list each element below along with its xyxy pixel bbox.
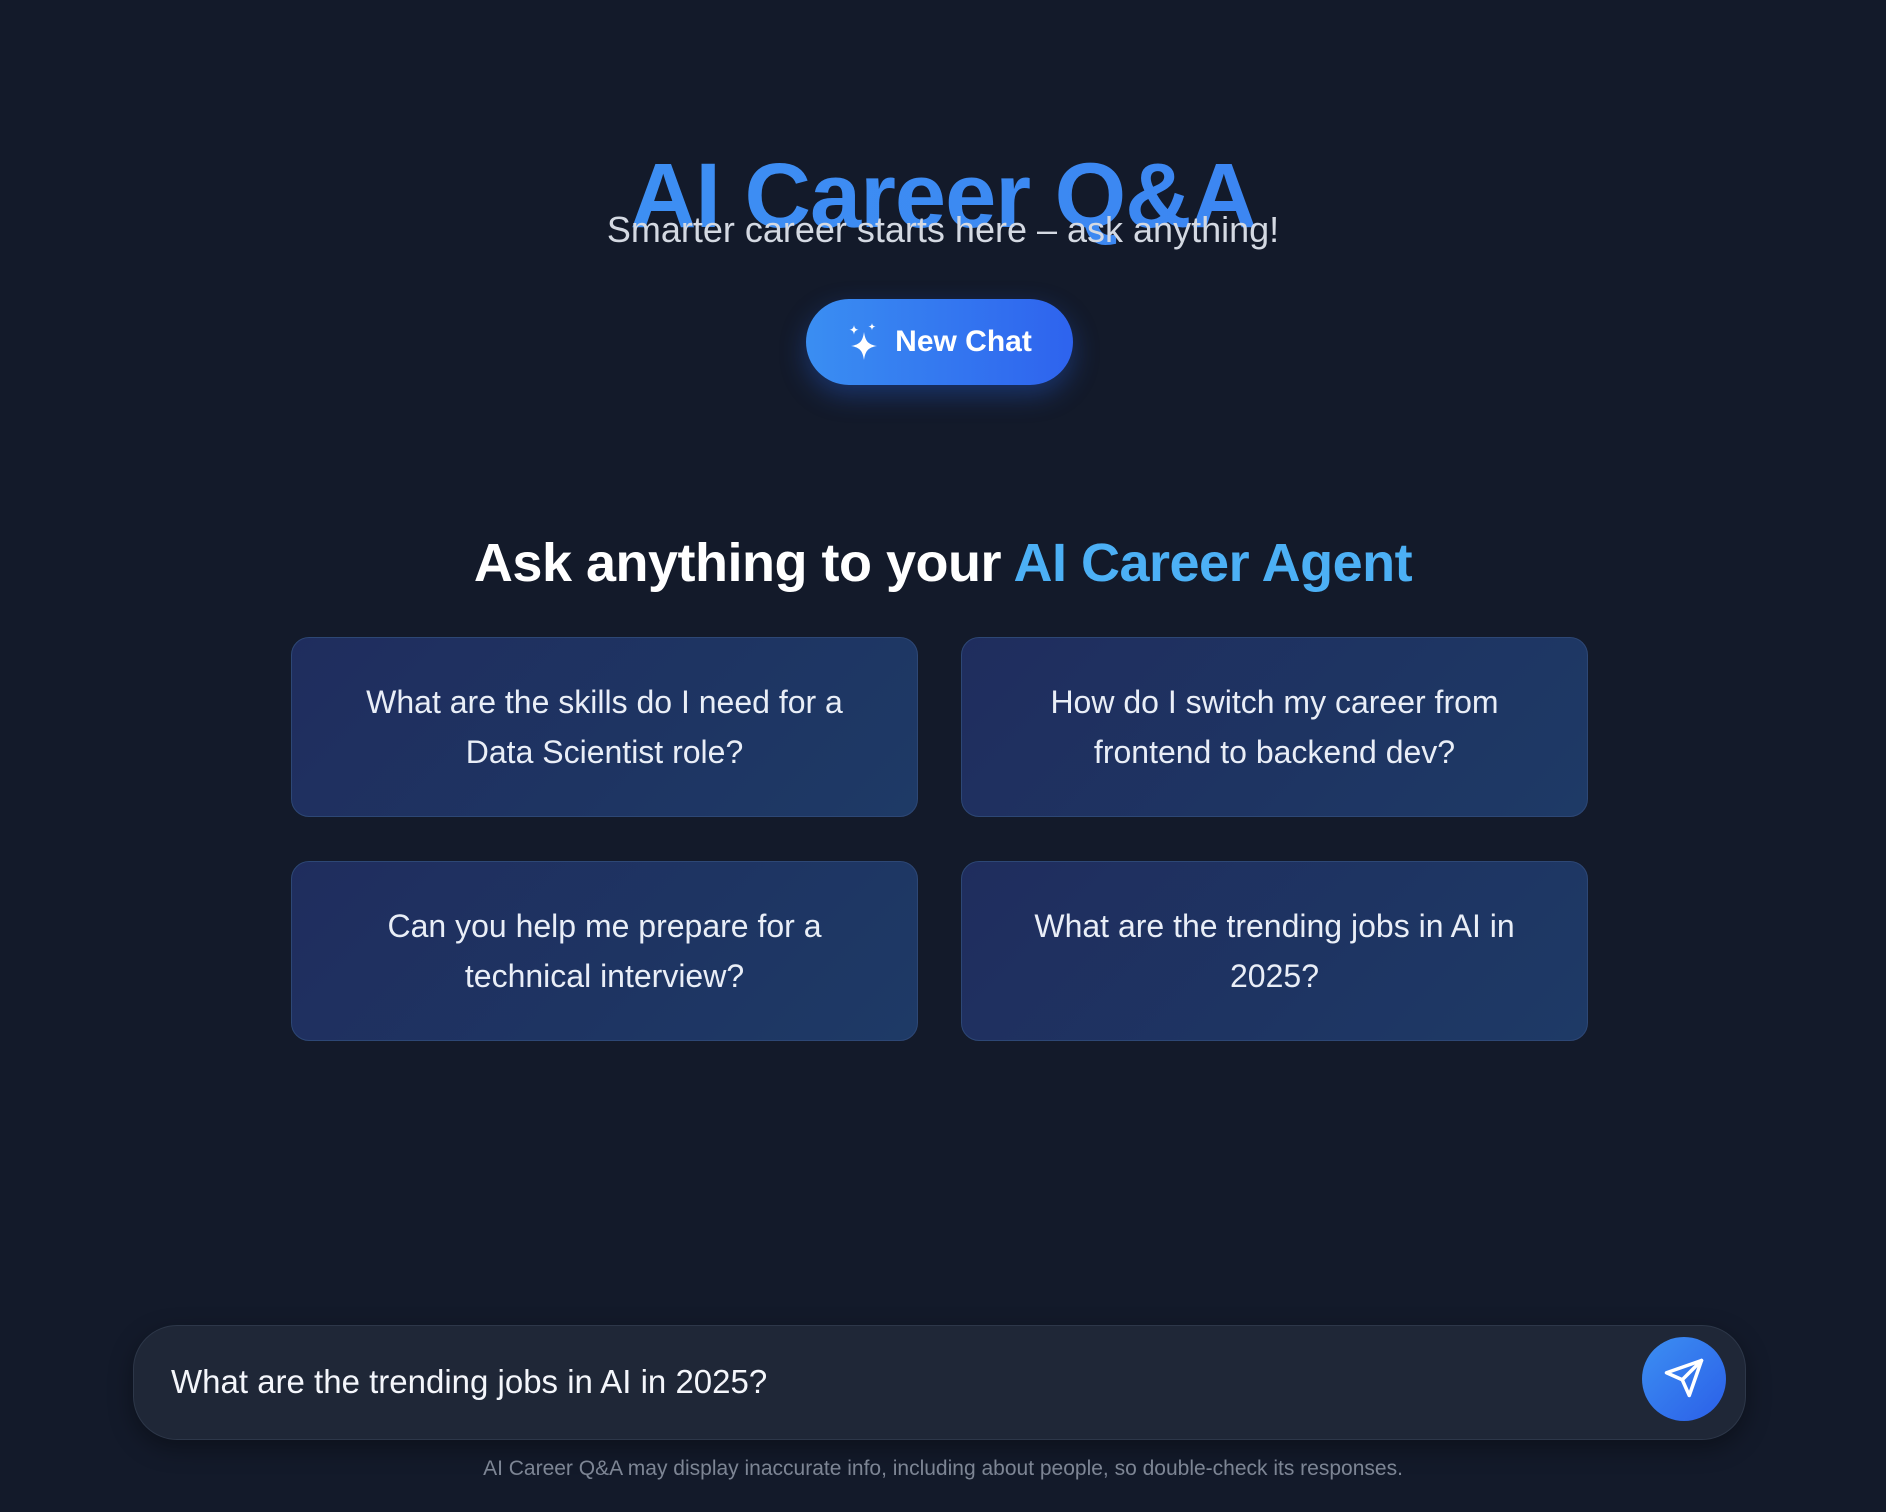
section-heading-accent: AI Career Agent bbox=[1013, 532, 1413, 593]
chat-composer bbox=[133, 1325, 1746, 1440]
suggestion-card[interactable]: How do I switch my career from frontend … bbox=[961, 637, 1588, 817]
suggestion-cards: What are the skills do I need for a Data… bbox=[291, 637, 1588, 1041]
chat-input[interactable] bbox=[171, 1326, 1551, 1438]
suggestion-card[interactable]: What are the skills do I need for a Data… bbox=[291, 637, 918, 817]
tagline: Smarter career starts here – ask anythin… bbox=[606, 209, 1280, 250]
send-icon bbox=[1663, 1357, 1705, 1402]
sparkles-icon bbox=[847, 323, 881, 361]
new-chat-label: New Chat bbox=[895, 325, 1032, 358]
section-heading: Ask anything to your AI Career Agent bbox=[0, 531, 1886, 595]
new-chat-button[interactable]: New Chat bbox=[806, 299, 1073, 385]
section-heading-prefix: Ask anything to your bbox=[473, 532, 1014, 593]
suggestion-card[interactable]: What are the trending jobs in AI in 2025… bbox=[961, 861, 1588, 1041]
disclaimer: AI Career Q&A may display inaccurate inf… bbox=[483, 1457, 1403, 1480]
suggestion-card[interactable]: Can you help me prepare for a technical … bbox=[291, 861, 918, 1041]
send-button[interactable] bbox=[1642, 1337, 1726, 1421]
